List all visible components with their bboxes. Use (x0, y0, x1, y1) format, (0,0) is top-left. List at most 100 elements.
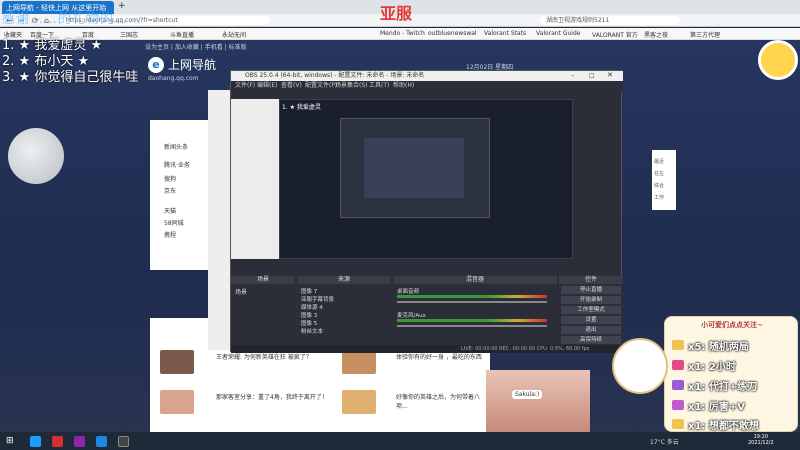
sources-dock-header: 来源 (297, 276, 391, 284)
menu-item[interactable]: 场景集合(S) (335, 81, 368, 91)
left-nav-item[interactable]: 携程 (164, 230, 176, 239)
browser-search-input[interactable]: 湖南卫视游戏规则5211 (540, 16, 680, 25)
bookmark-item[interactable]: Valorant Guide (536, 30, 580, 37)
nav-link[interactable]: 标准版 (229, 44, 247, 51)
weather-widget[interactable]: 17°C 多云 (650, 437, 679, 446)
right-panel-item[interactable]: 最近 (654, 158, 664, 165)
menu-item[interactable]: 编辑(E) (257, 81, 277, 91)
source-item[interactable]: 粉丝文本 (301, 327, 323, 335)
menu-item[interactable]: 工具(T) (369, 81, 389, 91)
taskbar-app-icon[interactable] (74, 436, 85, 447)
source-item[interactable]: 图像 3 (301, 311, 317, 319)
close-icon[interactable]: ✕ (607, 71, 613, 79)
nav-link[interactable]: 手机看 (205, 44, 223, 51)
obs-title-bar[interactable]: OBS 25.0.4 (64-bit, windows) - 配置文件: 未命名… (231, 71, 623, 81)
bookmark-item[interactable]: 永劫无间 (222, 30, 246, 39)
obs-window[interactable]: OBS 25.0.4 (64-bit, windows) - 配置文件: 未命名… (230, 70, 623, 353)
minimize-icon[interactable]: – (571, 72, 574, 79)
gift-goal: x5: 随机两局 (688, 342, 749, 353)
controls-dock-header: 控件 (559, 276, 623, 284)
gift-icon (672, 340, 684, 350)
menu-item[interactable]: 配置文件(P) (305, 81, 337, 91)
mixer-dock-header: 混音器 (393, 276, 557, 284)
volume-slider[interactable] (397, 301, 547, 303)
studio-mode-button[interactable]: 工作室模式 (561, 306, 621, 314)
bookmark-item[interactable]: VALORANT 官方 (592, 30, 638, 39)
hold-button[interactable]: 高保持续 (561, 336, 621, 344)
nav-link[interactable]: 设为主页 (145, 44, 169, 51)
lyrics-overlay: 1. ★ 我爱虚灵 ★ 2. ★ 布小天 ★ 3. ★ 你觉得自己很牛哇 (2, 38, 138, 86)
news-thumbnail[interactable] (342, 350, 376, 374)
streamer-avatar (758, 40, 798, 80)
lyrics-line: 3. ★ 你觉得自己很牛哇 (2, 70, 139, 85)
source-item[interactable]: 媒体源 4 (301, 303, 323, 311)
site-logo-text[interactable]: 上网导航 (168, 56, 216, 73)
gift-goal: x1: 想都不敢想 (688, 421, 759, 432)
volume-slider[interactable] (397, 325, 547, 327)
preview-nested-window-inner (364, 138, 464, 198)
system-clock[interactable]: 19:20 2021/12/2 (748, 434, 774, 446)
taskbar-app-icon[interactable] (52, 436, 63, 447)
nav-link[interactable]: 加入收藏 (175, 44, 199, 51)
news-thumbnail[interactable] (160, 390, 194, 414)
right-panel-item[interactable]: 综合 (654, 182, 664, 189)
site-right-panel: 最近 在左 综合 工作 (652, 150, 676, 210)
bookmark-item[interactable]: Mendo - Twitch (380, 30, 425, 37)
exit-button[interactable]: 退出 (561, 326, 621, 334)
left-nav-item[interactable]: 新闻头条 (164, 142, 188, 151)
left-nav-item[interactable]: 京东 (164, 186, 176, 195)
gift-icon (672, 419, 684, 429)
source-item[interactable]: 亚服字幕背景 (301, 295, 334, 303)
source-item[interactable]: 图像 5 (301, 319, 317, 327)
bookmark-item[interactable]: 斗鱼直播 (170, 30, 194, 39)
news-thumbnail[interactable] (342, 390, 376, 414)
scene-item[interactable]: 场景 (235, 287, 247, 296)
news-item[interactable]: 好像你的英雄之后，为何带着八项... (396, 392, 486, 410)
windows-start-icon[interactable]: ⊞ (6, 436, 17, 447)
left-nav-item[interactable]: 58同城 (164, 218, 184, 227)
right-panel-item[interactable]: 在左 (654, 170, 664, 177)
menu-item[interactable]: 查看(V) (281, 81, 302, 91)
obs-preview[interactable]: 1. ★ 我爱虚灵 (279, 99, 573, 259)
bookmark-item[interactable]: 黑客之夜 (644, 30, 668, 39)
gift-icon (672, 400, 684, 410)
site-top-nav: 设为主页 | 加入收藏 | 手机看 | 标准版 (145, 44, 247, 51)
left-nav-item[interactable]: 腾讯·业务 (164, 160, 190, 169)
stream-title: 亚服 (380, 4, 413, 23)
settings-button[interactable]: 设置 (561, 316, 621, 324)
bookmark-item[interactable]: outbluenewswal (428, 30, 477, 37)
mixer-track-label: 麦克风/Aux (397, 313, 426, 319)
start-recording-button[interactable]: 开始录制 (561, 296, 621, 304)
bookmark-item[interactable]: 第三方代理 (690, 30, 720, 39)
taskbar-app-icon[interactable] (30, 436, 41, 447)
background-window[interactable] (208, 90, 230, 350)
site-logo-domain: daohang.qq.com (148, 75, 199, 82)
obs-menu-bar: 文件(F) 编辑(E) 查看(V) 配置文件(P) 场景集合(S) 工具(T) … (231, 81, 623, 91)
audio-meter (397, 319, 547, 322)
clock-date: 2021/12/2 (748, 440, 774, 446)
gift-goal: x1: 代打+练刀 (688, 382, 758, 393)
bookmark-item[interactable]: Valorant Stats (484, 30, 526, 37)
obs-left-strip (231, 99, 279, 259)
taskbar-app-icon[interactable] (96, 436, 107, 447)
moon-image (8, 128, 64, 184)
stop-streaming-button[interactable]: 停止直播 (561, 286, 621, 294)
news-thumbnail[interactable] (160, 350, 194, 374)
right-panel-item[interactable]: 工作 (654, 194, 664, 201)
left-nav-item[interactable]: 搜狗 (164, 174, 176, 183)
news-item[interactable]: 王者荣耀: 为何新英雄在狂 被疯了？ (216, 352, 346, 361)
lyrics-line: 2. ★ 布小天 ★ (2, 54, 90, 69)
obs-status-bar: LIVE: 00:00:00 REC: 00:00:00 CPU: 0.5%, … (231, 345, 623, 353)
news-item[interactable]: 那家客室分享：重了4角，我终于离开了！ (216, 392, 346, 401)
maximize-icon[interactable]: □ (589, 72, 595, 79)
lyrics-line: 1. ★ 我爱虚灵 ★ (2, 38, 103, 53)
news-item[interactable]: 体验你有的好一身 ，最吃的东西 (396, 352, 486, 361)
menu-item[interactable]: 文件(F) (235, 81, 255, 91)
taskbar-app-icon[interactable] (118, 436, 129, 447)
source-item[interactable]: 图像 7 (301, 287, 317, 295)
gift-icon (672, 360, 684, 370)
left-nav-item[interactable]: 天猫 (164, 206, 176, 215)
menu-item[interactable]: 帮助(H) (393, 81, 414, 91)
site-logo-icon[interactable]: e (148, 57, 164, 73)
audio-meter (397, 295, 547, 298)
